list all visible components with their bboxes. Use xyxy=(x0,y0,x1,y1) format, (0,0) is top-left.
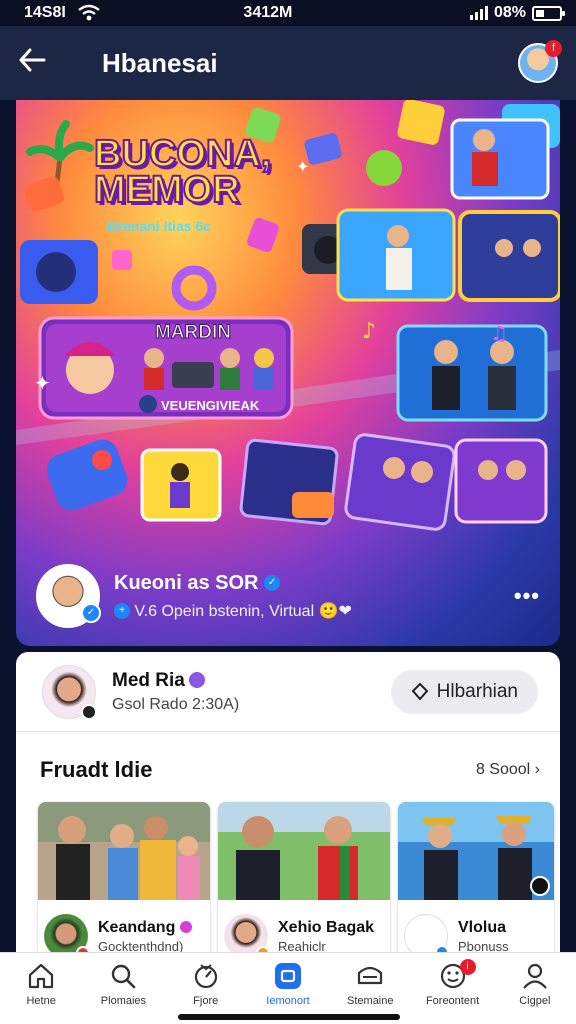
host-row: Med Ria Gsol Rado 2:30A) Hlbarhian xyxy=(16,652,560,732)
status-dot-icon xyxy=(81,703,97,720)
tile-name: Vlolua xyxy=(458,918,507,936)
battery-icon xyxy=(531,5,565,21)
channel-name-text: Kueoni as SOR xyxy=(114,571,259,594)
tile-image xyxy=(398,802,554,900)
verified-icon xyxy=(188,672,205,689)
plus-icon: + xyxy=(114,603,130,620)
search-icon xyxy=(112,964,136,989)
tile-name: Keandang xyxy=(98,919,192,937)
host-info: Med Ria Gsol Rado 2:30A) xyxy=(112,670,391,714)
channel-info: Kueoni as SOR ✓ + V.6 Opein bstenin, Vir… xyxy=(114,572,514,621)
content-card: Med Ria Gsol Rado 2:30A) Hlbarhian Fruad… xyxy=(16,652,560,962)
signal-icon xyxy=(469,6,488,20)
gauge-icon xyxy=(194,964,217,989)
hero-title-line2: MEMOR xyxy=(93,169,241,211)
nav-label: Stemaine xyxy=(347,995,394,1007)
channel-subtitle: + V.6 Opein bstenin, Virtual 🙂❤ xyxy=(114,601,514,621)
battery-percent: 08% xyxy=(493,4,526,21)
nav-label: Hetne xyxy=(26,995,56,1007)
section-title: Fruadt ldie xyxy=(40,757,153,782)
tile-text: Xehio Bagak Reahiclr xyxy=(278,919,374,954)
svg-text:✦: ✦ xyxy=(34,371,51,395)
channel-subtitle-text: V.6 Opein bstenin, Virtual xyxy=(134,602,315,620)
nav-item-active[interactable]: Iemonort xyxy=(247,961,329,1007)
section-header: Fruadt ldie 8 Soool › xyxy=(16,732,560,790)
nav-item-profile[interactable]: Cigpel xyxy=(494,961,576,1007)
host-meta: Gsol Rado 2:30A) xyxy=(112,695,240,713)
page-title: Hbanesai xyxy=(102,47,218,78)
channel-row[interactable]: ✓ Kueoni as SOR ✓ + V.6 Opein bstenin, V… xyxy=(36,562,540,630)
user-icon xyxy=(522,963,547,989)
badge-icon xyxy=(179,921,192,934)
nav-label: Iemonort xyxy=(266,995,310,1007)
see-all-link[interactable]: 8 Soool › xyxy=(476,761,540,779)
tile-text: Vlolua Pbonuss xyxy=(458,919,509,954)
nav-label: Foreontent xyxy=(425,995,480,1007)
follow-button[interactable]: Hlbarhian xyxy=(390,669,538,714)
featured-card-title: MARDIN xyxy=(155,322,232,344)
notification-badge: f xyxy=(545,40,562,57)
nav-item-home[interactable]: Hetne xyxy=(0,961,82,1007)
list-item[interactable]: Xehio Bagak Reahiclr xyxy=(218,802,390,962)
status-time-left: 14S8I xyxy=(24,4,66,21)
svg-text:♫: ♫ xyxy=(490,321,508,345)
list-item[interactable]: Vlolua Pbonuss xyxy=(398,802,554,962)
follow-button-label: Hlbarhian xyxy=(436,680,518,702)
notification-badge: i xyxy=(459,959,476,975)
tile-name: Xehio Bagak xyxy=(278,918,375,936)
hero-title: BUCONA, MEMOR xyxy=(93,133,272,211)
featured-card-caption: VEUENGIVIEAK xyxy=(161,398,260,413)
emoji-icon: 🙂❤ xyxy=(318,602,352,620)
tiles-row: Keandang Gocktenthdnd) Xehio Bagak Reahi… xyxy=(16,790,560,962)
nav-item-messages[interactable]: Stemaine xyxy=(329,961,411,1007)
tile-image xyxy=(218,802,390,900)
nav-label: Fjore xyxy=(193,995,219,1007)
square-icon xyxy=(274,963,301,989)
message-icon xyxy=(358,966,383,985)
status-indicators: 08% xyxy=(469,4,565,22)
back-button[interactable] xyxy=(18,46,74,80)
hero-banner[interactable]: ♪ ♫ ✦ ✦ BUCONA, MEMOR Mrenani ltias 6c M… xyxy=(16,100,560,646)
host-name: Med Ria xyxy=(112,670,391,692)
nav-item-search[interactable]: Plomaies xyxy=(82,961,164,1007)
svg-text:♪: ♪ xyxy=(362,319,376,344)
more-button[interactable]: ••• xyxy=(514,583,540,609)
check-icon: ✓ xyxy=(81,603,101,623)
arrow-left-icon xyxy=(19,48,46,72)
hero-title-line1: BUCONA, xyxy=(93,133,272,175)
home-indicator xyxy=(178,1014,400,1020)
verified-icon: ✓ xyxy=(264,575,281,592)
nav-item-explore[interactable]: Fjore xyxy=(165,961,247,1007)
tile-text: Keandang Gocktenthdnd) xyxy=(98,919,192,954)
host-avatar[interactable] xyxy=(42,664,97,720)
nav-label: Cigpel xyxy=(519,995,551,1007)
host-name-text: Med Ria xyxy=(112,669,185,691)
tile-image xyxy=(38,802,210,900)
tile-name-text: Keandang xyxy=(98,918,176,936)
channel-name: Kueoni as SOR ✓ xyxy=(114,572,514,595)
wifi-icon xyxy=(78,4,100,21)
home-icon xyxy=(29,963,54,989)
tag-icon xyxy=(411,682,429,701)
nav-item-content[interactable]: i Foreontent xyxy=(412,959,494,1007)
nav-label: Plomaies xyxy=(100,995,147,1007)
profile-avatar[interactable]: f xyxy=(518,40,562,83)
status-time-center: 3412M xyxy=(243,4,293,21)
list-item[interactable]: Keandang Gocktenthdnd) xyxy=(38,802,210,962)
app-header: Hbanesai f xyxy=(0,26,576,100)
hero-subtitle: Mrenani ltias 6c xyxy=(106,218,212,234)
channel-avatar[interactable]: ✓ xyxy=(36,564,101,628)
svg-text:✦: ✦ xyxy=(296,157,309,176)
